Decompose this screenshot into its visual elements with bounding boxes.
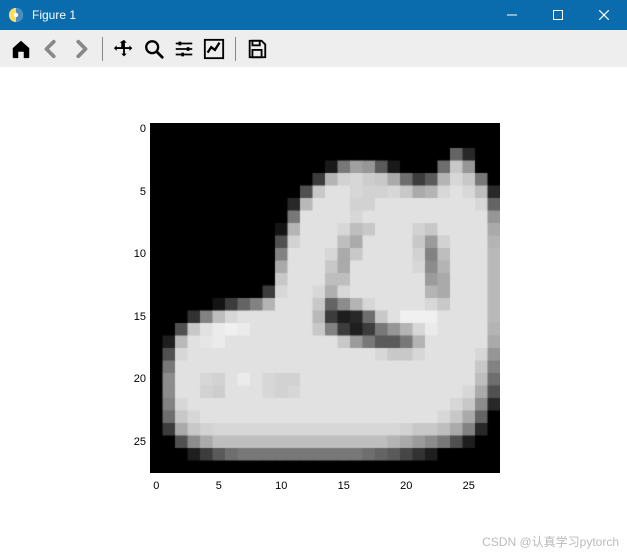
edit-button[interactable]: [199, 34, 229, 64]
x-axis-ticks: 0 5 10 15 20 25: [145, 480, 505, 494]
zoom-icon: [143, 38, 165, 60]
separator: [102, 37, 103, 61]
heatmap-plot[interactable]: [150, 123, 500, 473]
back-button[interactable]: [36, 34, 66, 64]
arrow-left-icon: [40, 38, 62, 60]
y-tick-label: 15: [134, 311, 146, 323]
app-icon: [8, 7, 24, 23]
y-axis-ticks: 0 5 10 15 20 25: [118, 118, 146, 478]
figure-area: 0 5 10 15 20 25 0 5 10 15 20 25 CSDN @认真学习pytorch: [0, 68, 627, 554]
toolbar: [0, 30, 627, 68]
x-tick-label: 5: [216, 480, 222, 492]
watermark: CSDN @认真学习pytorch: [482, 533, 619, 550]
pan-button[interactable]: [109, 34, 139, 64]
close-button[interactable]: [581, 0, 627, 30]
window-controls: [489, 0, 627, 30]
y-tick-label: 0: [140, 123, 146, 135]
minimize-button[interactable]: [489, 0, 535, 30]
y-tick-label: 20: [134, 373, 146, 385]
maximize-button[interactable]: [535, 0, 581, 30]
x-tick-label: 10: [275, 480, 287, 492]
window-title: Figure 1: [32, 8, 489, 22]
home-icon: [10, 38, 32, 60]
home-button[interactable]: [6, 34, 36, 64]
save-icon: [246, 38, 268, 60]
separator: [235, 37, 236, 61]
x-tick-label: 0: [153, 480, 159, 492]
sliders-icon: [173, 38, 195, 60]
y-tick-label: 5: [140, 186, 146, 198]
y-tick-label: 10: [134, 248, 146, 260]
save-button[interactable]: [242, 34, 272, 64]
x-tick-label: 20: [400, 480, 412, 492]
chart-line-icon: [203, 38, 225, 60]
move-icon: [113, 38, 135, 60]
titlebar: Figure 1: [0, 0, 627, 30]
forward-button[interactable]: [66, 34, 96, 64]
x-tick-label: 25: [463, 480, 475, 492]
configure-button[interactable]: [169, 34, 199, 64]
x-tick-label: 15: [338, 480, 350, 492]
zoom-button[interactable]: [139, 34, 169, 64]
y-tick-label: 25: [134, 436, 146, 448]
arrow-right-icon: [70, 38, 92, 60]
